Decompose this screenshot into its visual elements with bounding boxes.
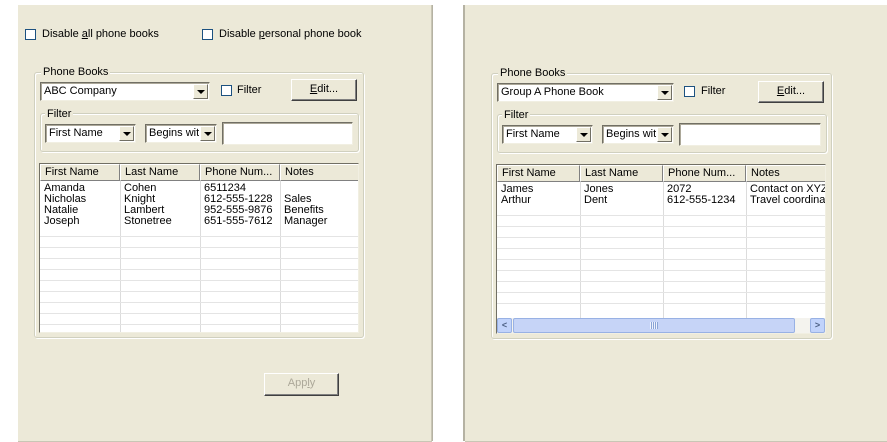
table-cell[interactable]: Amanda [40, 183, 120, 194]
chevron-down-icon[interactable] [657, 85, 672, 100]
apply-button[interactable]: Apply [264, 373, 339, 396]
filter-operator-value: Begins wit [606, 128, 657, 140]
chevron-down-icon[interactable] [576, 127, 591, 142]
filter-checkbox[interactable] [221, 85, 232, 96]
phone-book-select[interactable]: Group A Phone Book [497, 83, 674, 102]
phone-book-select[interactable]: ABC Company [40, 82, 210, 101]
filter-text-input[interactable] [222, 122, 353, 145]
filter-group: Filter First Name Begins wit [40, 108, 359, 152]
column-header-notes[interactable]: Notes [746, 165, 825, 182]
table-cell[interactable]: Manager [280, 216, 358, 227]
filter-checkbox-label[interactable]: Filter [237, 84, 261, 97]
filter-checkbox-label[interactable]: Filter [701, 85, 725, 98]
table-cell[interactable]: Benefits [280, 205, 358, 216]
filter-checkbox[interactable] [684, 86, 695, 97]
filter-operator-value: Begins wit [149, 127, 200, 139]
filter-legend: Filter [502, 109, 531, 121]
table-cell[interactable]: Nicholas [40, 194, 120, 205]
disable-all-phone-books-label[interactable]: Disable all phone books [42, 28, 159, 41]
scroll-right-icon[interactable]: > [810, 318, 825, 333]
table-cell[interactable]: 2072 [663, 184, 746, 195]
filter-operator-select[interactable]: Begins wit [602, 125, 674, 144]
horizontal-scrollbar[interactable]: < > [497, 318, 825, 333]
filter-field-value: First Name [506, 128, 560, 140]
table-cell[interactable]: 6511234 [200, 183, 280, 194]
column-header-last-name[interactable]: Last Name [580, 165, 663, 182]
contacts-list[interactable]: First Name Last Name Phone Num... Notes … [39, 163, 359, 333]
contacts-list[interactable]: First Name Last Name Phone Num... Notes … [496, 164, 826, 334]
filter-field-select[interactable]: First Name [45, 124, 136, 143]
table-cell[interactable]: Joseph [40, 216, 120, 227]
grip-icon [650, 322, 658, 329]
disable-personal-phone-book-label[interactable]: Disable personal phone book [219, 28, 362, 41]
column-header-first-name[interactable]: First Name [40, 164, 120, 181]
phone-book-select-value: Group A Phone Book [501, 86, 604, 98]
column-header-first-name[interactable]: First Name [497, 165, 580, 182]
filter-group: Filter First Name Begins wit [497, 109, 827, 153]
table-cell[interactable]: Travel coordinator [746, 195, 825, 206]
column-header-notes[interactable]: Notes [280, 164, 358, 181]
table-cell[interactable]: Cohen [120, 183, 200, 194]
edit-button[interactable]: Edit... [291, 79, 357, 101]
table-cell[interactable]: 612-555-1234 [663, 195, 746, 206]
phone-books-group: Phone Books Group A Phone Book Filter Ed… [491, 67, 832, 339]
phone-book-select-value: ABC Company [44, 85, 117, 97]
table-cell[interactable]: 952-555-9876 [200, 205, 280, 216]
disable-personal-phone-book-checkbox[interactable] [202, 29, 213, 40]
chevron-down-icon[interactable] [193, 84, 208, 99]
scroll-left-icon[interactable]: < [497, 318, 512, 333]
table-cell[interactable] [280, 183, 358, 194]
filter-field-value: First Name [49, 127, 103, 139]
table-cell[interactable]: James [497, 184, 580, 195]
table-cell[interactable]: Natalie [40, 205, 120, 216]
table-cell[interactable]: Contact on XYZ [746, 184, 825, 195]
column-header-last-name[interactable]: Last Name [120, 164, 200, 181]
filter-field-select[interactable]: First Name [502, 125, 593, 144]
table-cell[interactable]: Sales [280, 194, 358, 205]
filter-text-input[interactable] [679, 123, 821, 146]
phone-books-legend: Phone Books [498, 67, 568, 79]
table-cell[interactable]: 651-555-7612 [200, 216, 280, 227]
table-cell[interactable]: Jones [580, 184, 663, 195]
column-header-phone-number[interactable]: Phone Num... [663, 165, 746, 182]
table-cell[interactable]: 612-555-1228 [200, 194, 280, 205]
phone-books-legend: Phone Books [41, 66, 111, 78]
table-cell[interactable]: Lambert [120, 205, 200, 216]
phone-books-group: Phone Books ABC Company Filter Edit... F… [34, 66, 364, 338]
table-cell[interactable]: Knight [120, 194, 200, 205]
table-cell[interactable]: Arthur [497, 195, 580, 206]
settings-panel-left: Disable all phone books Disable personal… [18, 5, 432, 442]
settings-panel-right: Phone Books Group A Phone Book Filter Ed… [465, 5, 887, 442]
chevron-down-icon[interactable] [200, 126, 215, 141]
filter-operator-select[interactable]: Begins wit [145, 124, 217, 143]
chevron-down-icon[interactable] [119, 126, 134, 141]
edit-button[interactable]: Edit... [758, 81, 824, 103]
chevron-down-icon[interactable] [657, 127, 672, 142]
column-header-phone-number[interactable]: Phone Num... [200, 164, 280, 181]
disable-all-phone-books-checkbox[interactable] [25, 29, 36, 40]
table-cell[interactable]: Stonetree [120, 216, 200, 227]
filter-legend: Filter [45, 108, 74, 120]
table-cell[interactable]: Dent [580, 195, 663, 206]
scrollbar-thumb[interactable] [513, 318, 795, 333]
